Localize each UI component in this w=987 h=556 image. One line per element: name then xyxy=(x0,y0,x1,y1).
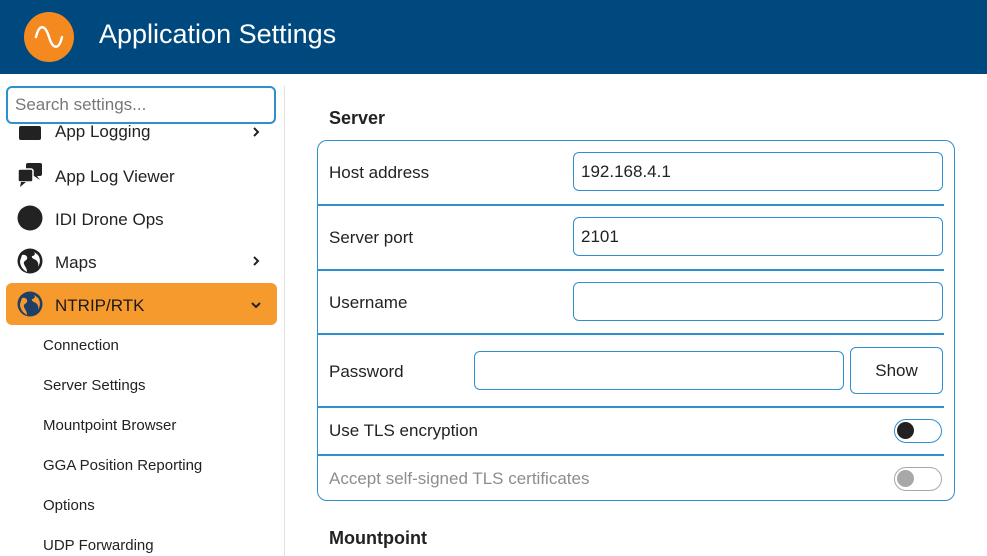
show-password-button[interactable]: Show xyxy=(850,347,943,394)
username-input[interactable] xyxy=(573,282,943,321)
username-label: Username xyxy=(329,293,408,312)
sidebar-subitem-mountpoint-browser[interactable]: Mountpoint Browser xyxy=(43,417,176,434)
sine-wave-icon xyxy=(24,12,74,62)
host-address-input[interactable] xyxy=(573,152,943,191)
password-input[interactable] xyxy=(474,351,844,390)
sidebar-item-maps[interactable]: Maps xyxy=(6,240,277,282)
tls-encryption-label: Use TLS encryption xyxy=(329,421,478,440)
sidebar-item-idi-drone-ops[interactable]: IDI Drone Ops xyxy=(6,197,277,239)
sidebar-subitem-options[interactable]: Options xyxy=(43,497,95,514)
row-divider xyxy=(318,454,944,456)
sidebar-item-app-log-viewer[interactable]: App Log Viewer xyxy=(6,154,277,196)
sidebar-divider xyxy=(284,86,285,556)
circle-icon xyxy=(17,205,43,231)
chevron-right-icon xyxy=(253,256,260,266)
app-header: Application Settings xyxy=(0,0,987,74)
row-divider xyxy=(318,333,944,335)
section-title-server: Server xyxy=(329,108,386,128)
tls-encryption-toggle[interactable] xyxy=(894,419,942,443)
sidebar-item-ntrip-rtk[interactable]: NTRIP/RTK xyxy=(6,283,277,325)
sidebar-subitem-server-settings[interactable]: Server Settings xyxy=(43,377,146,394)
sidebar-subitem-udp-forwarding[interactable]: UDP Forwarding xyxy=(43,537,154,554)
sidebar-item-label: Maps xyxy=(55,253,97,272)
sidebar-item-label: App Log Viewer xyxy=(55,167,175,186)
globe-icon xyxy=(17,248,43,274)
toggle-knob xyxy=(897,422,914,439)
page-title: Application Settings xyxy=(99,19,337,49)
sidebar-subitem-connection[interactable]: Connection xyxy=(43,337,119,354)
chevron-down-icon xyxy=(251,302,261,309)
toggle-knob xyxy=(897,470,914,487)
sidebar-subitem-gga-position-reporting[interactable]: GGA Position Reporting xyxy=(43,457,202,474)
row-divider xyxy=(318,269,944,271)
host-address-label: Host address xyxy=(329,163,430,182)
server-port-label: Server port xyxy=(329,228,414,247)
chat-bubbles-icon xyxy=(17,163,42,187)
sidebar-item-label: IDI Drone Ops xyxy=(55,210,164,229)
section-title-mountpoint: Mountpoint xyxy=(329,528,427,548)
sidebar-item-label: NTRIP/RTK xyxy=(55,296,145,315)
sidebar-item-label: App Logging xyxy=(55,122,151,141)
row-divider xyxy=(318,406,944,408)
globe-icon xyxy=(17,291,43,317)
server-port-input[interactable] xyxy=(573,217,943,256)
row-divider xyxy=(318,204,944,206)
chevron-right-icon xyxy=(253,127,260,137)
self-signed-certs-toggle[interactable] xyxy=(894,467,942,491)
password-label: Password xyxy=(329,362,404,381)
self-signed-certs-label: Accept self-signed TLS certificates xyxy=(329,469,590,488)
search-input[interactable] xyxy=(6,86,276,124)
